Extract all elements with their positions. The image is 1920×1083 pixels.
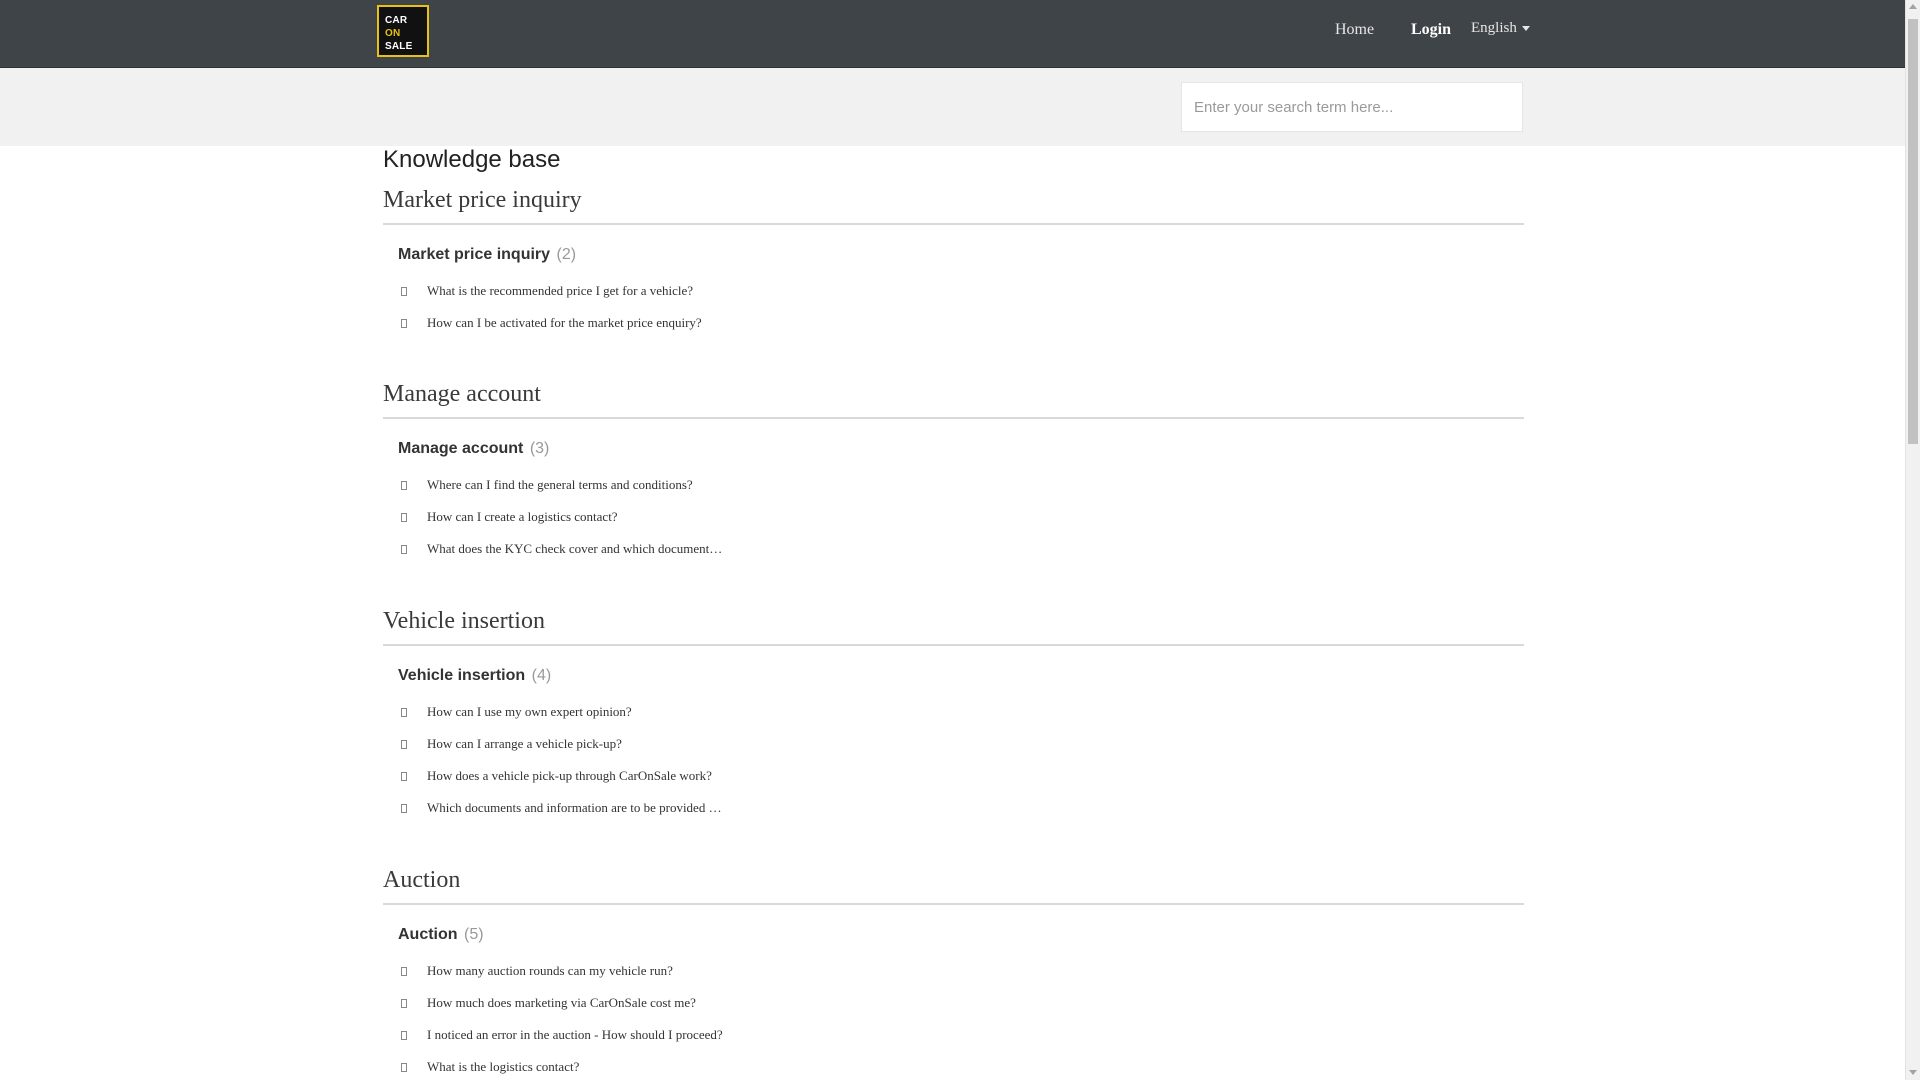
article-item: How can I use my own expert opinion? [383,696,1524,728]
article-item: Where can I find the general terms and c… [383,469,1524,501]
logo-line-3: SALE [385,41,413,52]
category-label: Vehicle insertion [398,667,526,684]
document-icon [401,319,407,328]
article-item: What is the recommended price I get for … [383,275,1524,307]
section-manage-account: Manage account Manage account (3) Where … [383,377,1524,565]
document-icon [401,708,407,717]
article-link[interactable]: What is the recommended price I get for … [427,283,693,298]
article-item: How can I create a logistics contact? [383,501,1524,533]
document-icon [401,740,407,749]
caret-down-icon [1521,26,1530,32]
page-title: Knowledge base [383,146,561,173]
article-item: How can I arrange a vehicle pick-up? [383,728,1524,760]
article-list: How can I use my own expert opinion? How… [383,696,1524,824]
category-label: Market price inquiry [398,246,551,263]
article-link[interactable]: How does a vehicle pick-up through CarOn… [427,768,712,783]
article-link[interactable]: Where can I find the general terms and c… [427,477,693,492]
category-title[interactable]: Manage account (3) [398,439,1524,459]
article-item: How does a vehicle pick-up through CarOn… [383,760,1524,792]
category-label: Auction [398,926,458,943]
article-link[interactable]: What does the KYC check cover and which … [427,541,722,556]
article-link[interactable]: How can I arrange a vehicle pick-up? [427,736,622,751]
article-link[interactable]: How much does marketing via CarOnSale co… [427,995,696,1010]
top-navbar: CAR ON SALE Home Login English [0,0,1905,68]
nav-home-link[interactable]: Home [1335,21,1374,39]
article-link[interactable]: How can I use my own expert opinion? [427,704,632,719]
article-item: How many auction rounds can my vehicle r… [383,955,1524,987]
category-count: (5) [464,926,484,943]
article-list: How many auction rounds can my vehicle r… [383,955,1524,1083]
document-icon [401,513,407,522]
section-heading: Auction [383,863,1524,905]
document-icon [401,967,407,976]
article-item: What does the KYC check cover and which … [383,533,1524,565]
category-title[interactable]: Vehicle insertion (4) [398,666,1524,686]
article-link[interactable]: Which documents and information are to b… [427,800,722,815]
logo-line-1: CAR [385,15,408,26]
category-title[interactable]: Market price inquiry (2) [398,245,1524,265]
section-auction: Auction Auction (5) How many auction rou… [383,863,1524,1083]
search-band [0,68,1905,146]
document-icon [401,999,407,1008]
document-icon [401,772,407,781]
category-title[interactable]: Auction (5) [398,925,1524,945]
language-label: English [1471,20,1517,36]
caronsale-logo[interactable]: CAR ON SALE [377,5,429,57]
article-item: How can I be activated for the market pr… [383,307,1524,339]
section-heading: Vehicle insertion [383,604,1524,646]
article-item: Which documents and information are to b… [383,792,1524,824]
document-icon [401,287,407,296]
nav-login-link[interactable]: Login [1411,21,1451,39]
article-link[interactable]: How can I be activated for the market pr… [427,315,702,330]
article-link[interactable]: I noticed an error in the auction - How … [427,1027,723,1042]
article-item: I noticed an error in the auction - How … [383,1019,1524,1051]
section-market-price-inquiry: Market price inquiry Market price inquir… [383,183,1524,339]
document-icon [401,1063,407,1072]
article-link[interactable]: How many auction rounds can my vehicle r… [427,963,673,978]
article-list: What is the recommended price I get for … [383,275,1524,339]
search-input[interactable] [1181,82,1523,132]
logo-line-2: ON [385,28,401,39]
scrollbar-thumb[interactable] [1908,19,1918,444]
section-vehicle-insertion: Vehicle insertion Vehicle insertion (4) … [383,604,1524,824]
category-count: (4) [531,667,552,684]
document-icon [401,1031,407,1040]
language-dropdown[interactable]: English [1471,20,1530,37]
category-count: (3) [529,440,550,457]
section-heading: Market price inquiry [383,183,1524,225]
scroll-up-arrow-icon[interactable] [1909,4,1917,9]
document-icon [401,804,407,813]
document-icon [401,545,407,554]
article-link[interactable]: How can I create a logistics contact? [427,509,618,524]
scroll-down-arrow-icon[interactable] [1909,1070,1917,1075]
article-item: What is the logistics contact? [383,1051,1524,1083]
article-item: How much does marketing via CarOnSale co… [383,987,1524,1019]
category-count: (2) [556,246,577,263]
article-link[interactable]: What is the logistics contact? [427,1059,579,1074]
article-list: Where can I find the general terms and c… [383,469,1524,565]
section-heading: Manage account [383,377,1524,419]
category-label: Manage account [398,440,524,457]
vertical-scrollbar[interactable] [1905,0,1920,1080]
document-icon [401,481,407,490]
